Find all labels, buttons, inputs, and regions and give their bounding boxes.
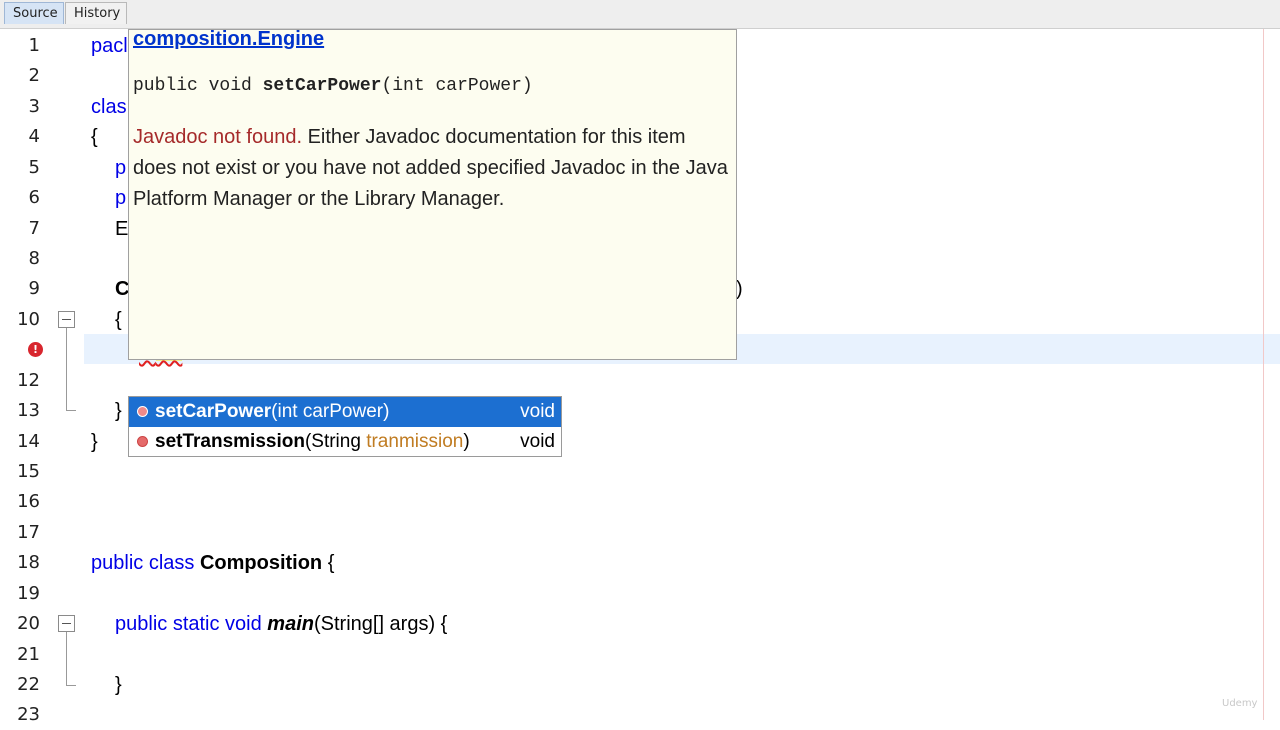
- completion-method-name: setTransmission: [155, 431, 305, 452]
- signature-method-name: setCarPower: [262, 76, 382, 96]
- line-number: 4: [28, 126, 40, 147]
- line-number: 9: [28, 278, 40, 299]
- code-line-3: clas: [91, 96, 127, 118]
- code-line-18: public class Composition {: [91, 548, 334, 578]
- right-margin-line: [1263, 29, 1264, 720]
- method-name: main: [267, 613, 314, 635]
- fold-guide-line: [66, 632, 67, 685]
- completion-params: (String: [304, 431, 367, 452]
- code-line-10: {: [115, 309, 122, 331]
- code-line-1: pacl: [91, 35, 128, 57]
- completion-params: (int carPower): [271, 401, 390, 422]
- code-line-20: public static void main(String[] args) {: [115, 609, 447, 639]
- code-line-13: }: [115, 400, 122, 422]
- code-line-5: p: [115, 157, 127, 179]
- completion-label: setTransmission(String tranmission): [155, 427, 470, 457]
- tab-source[interactable]: Source: [4, 2, 64, 24]
- line-number: 20: [17, 613, 40, 634]
- javadoc-warning: Javadoc not found.: [133, 126, 303, 148]
- fold-collapse-icon[interactable]: [58, 615, 75, 632]
- completion-item[interactable]: setTransmission(String tranmission) void: [129, 427, 561, 457]
- code-line-14: }: [91, 431, 98, 453]
- brace: {: [322, 552, 335, 574]
- line-number: 6: [28, 187, 40, 208]
- line-number: 22: [17, 674, 40, 695]
- line-number: 17: [17, 522, 40, 543]
- line-number: 23: [17, 704, 40, 725]
- line-number: 19: [17, 583, 40, 604]
- line-number: 12: [17, 370, 40, 391]
- completion-label: setCarPower(int carPower): [155, 397, 389, 427]
- completion-item[interactable]: setCarPower(int carPower) void: [129, 397, 561, 427]
- javadoc-popup: composition.Engine public void setCarPow…: [128, 28, 737, 360]
- line-number: 14: [17, 431, 40, 452]
- completion-param-name: tranmission: [366, 431, 464, 452]
- completion-return-type: void: [520, 401, 555, 422]
- line-number: 18: [17, 552, 40, 573]
- line-number: 5: [28, 157, 40, 178]
- completion-return-type: void: [520, 431, 555, 452]
- line-number: 13: [17, 400, 40, 421]
- line-number-gutter: 1 2 3 4 5 6 7 8 9 10 12 13 14 15 16 17 1…: [0, 29, 84, 725]
- line-number: 7: [28, 218, 40, 239]
- code-line-6: p: [115, 187, 127, 209]
- signature-params: (int carPower): [381, 76, 533, 96]
- line-number: 2: [28, 65, 40, 86]
- keyword: public class: [91, 552, 200, 574]
- line-number: 16: [17, 491, 40, 512]
- code-completion-list[interactable]: setCarPower(int carPower) void setTransm…: [128, 396, 562, 457]
- line-number: 3: [28, 96, 40, 117]
- fold-guide-end: [66, 410, 76, 411]
- editor-toolbar: Source History: [0, 0, 1280, 29]
- fold-collapse-icon[interactable]: [58, 311, 75, 328]
- code-line-9-end: ): [736, 278, 743, 300]
- code-line-4: {: [91, 126, 98, 148]
- keyword: public static void: [115, 613, 268, 635]
- error-marker-icon[interactable]: !: [28, 342, 43, 357]
- completion-params-close: ): [463, 431, 470, 452]
- tab-history[interactable]: History: [65, 2, 127, 24]
- javadoc-signature: public void setCarPower(int carPower): [133, 76, 533, 96]
- line-number: 15: [17, 461, 40, 482]
- completion-method-name: setCarPower: [155, 401, 272, 422]
- method-params: (String[] args) {: [313, 613, 448, 635]
- line-number: 10: [17, 309, 40, 330]
- class-name: Composition: [199, 552, 323, 574]
- fold-guide-line: [66, 328, 67, 410]
- method-icon: [137, 436, 148, 447]
- method-icon: [137, 406, 148, 417]
- line-number: 21: [17, 644, 40, 665]
- code-line-22: }: [115, 674, 122, 696]
- watermark-logo: Udemy: [1222, 698, 1258, 709]
- signature-modifiers: public void: [133, 76, 263, 96]
- fold-guide-end: [66, 685, 76, 686]
- javadoc-message: Javadoc not found. Either Javadoc docume…: [133, 122, 733, 215]
- line-number: 1: [28, 35, 40, 56]
- code-editor[interactable]: 1 2 3 4 5 6 7 8 9 10 12 13 14 15 16 17 1…: [0, 28, 1280, 725]
- line-number: 8: [28, 248, 40, 269]
- code-line-7: E: [115, 218, 129, 240]
- javadoc-class-link[interactable]: composition.Engine: [133, 28, 324, 51]
